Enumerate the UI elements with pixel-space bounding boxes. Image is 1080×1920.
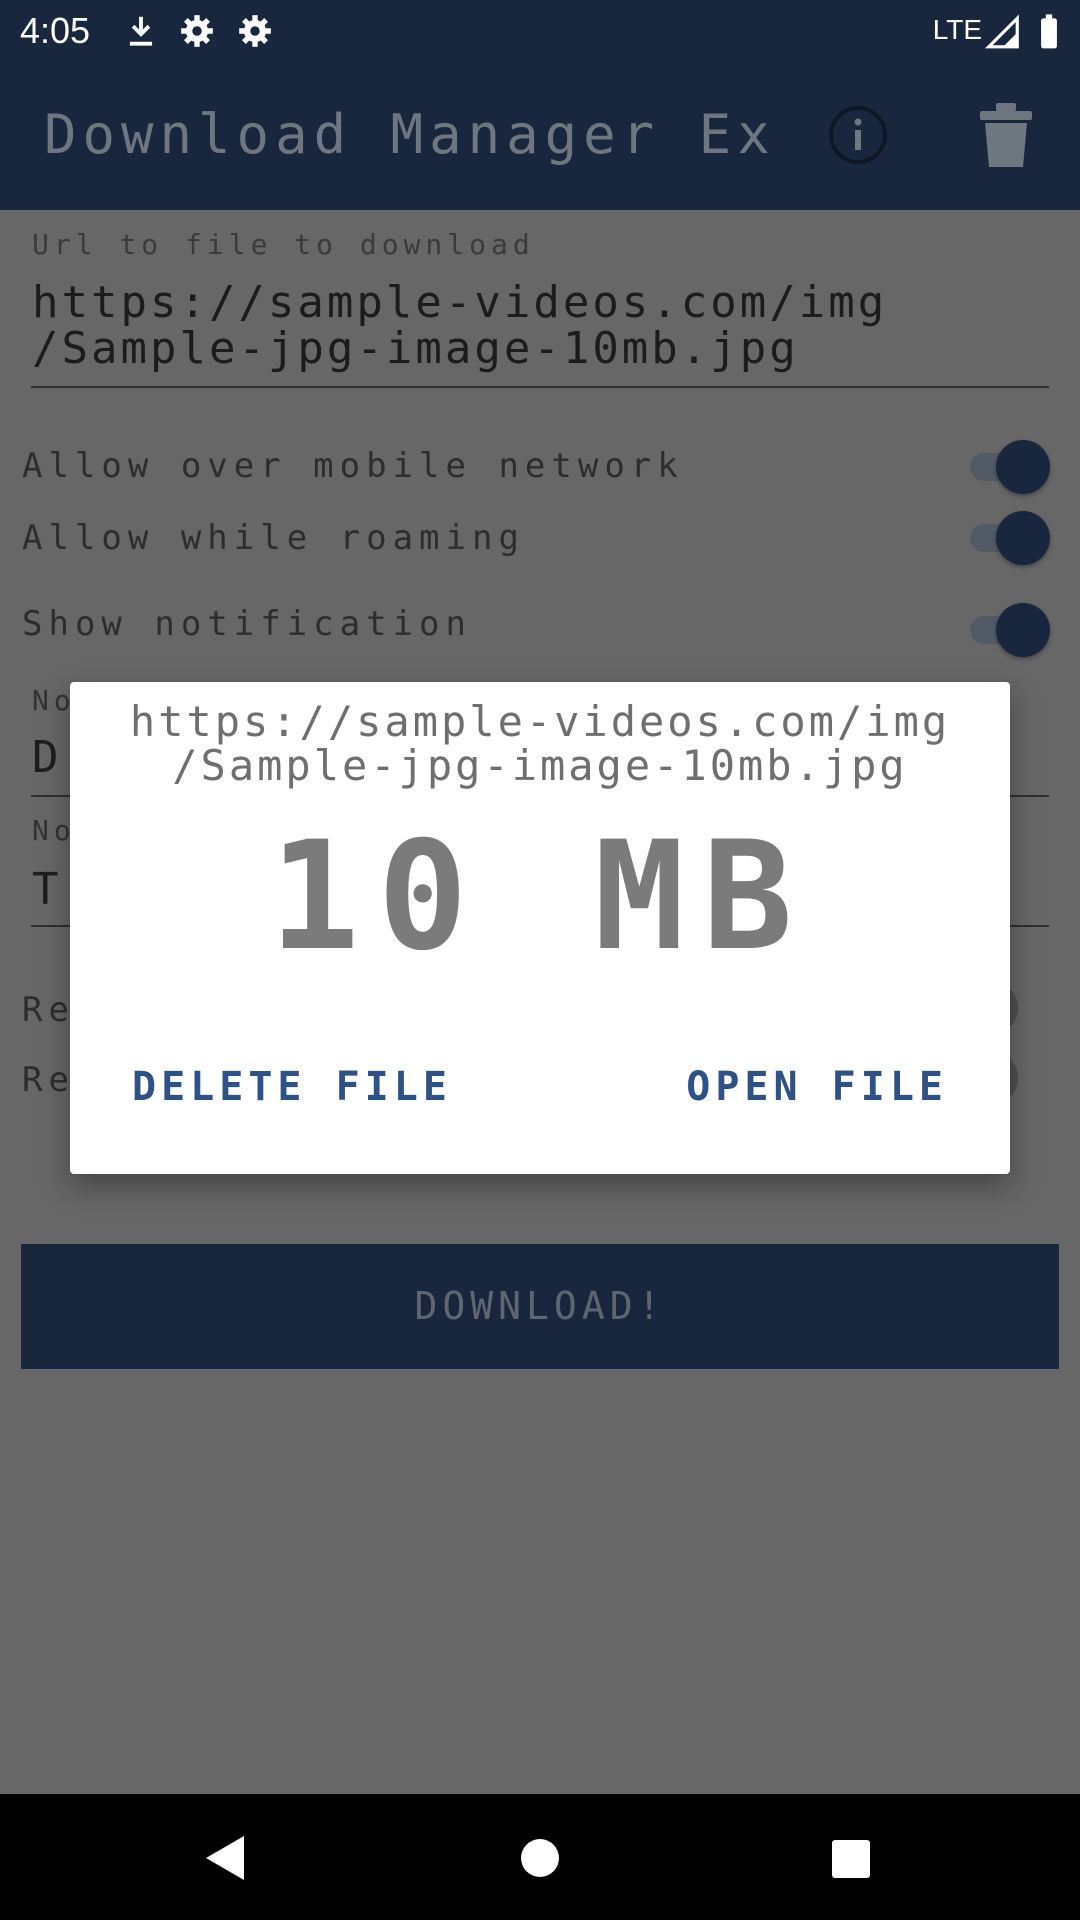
allow-mobile-label: Allow over mobile network: [22, 446, 684, 486]
delete-file-button[interactable]: DELETE FILE: [132, 1064, 452, 1110]
notification-title-input[interactable]: D: [32, 732, 62, 783]
allow-roaming-switch[interactable]: [966, 509, 1052, 565]
info-icon[interactable]: [826, 103, 890, 167]
recents-icon[interactable]: [820, 1828, 880, 1888]
notification-desc-input[interactable]: T: [32, 864, 62, 915]
dialog-file-size: 10 MB: [269, 810, 811, 984]
url-input-underline: [31, 386, 1049, 388]
allow-mobile-switch[interactable]: [966, 438, 1052, 494]
download-icon: [129, 16, 153, 46]
back-icon[interactable]: [196, 1828, 256, 1888]
settings-icon: [239, 15, 271, 47]
app-title: Download Manager Ex: [44, 103, 776, 166]
trash-icon[interactable]: [976, 101, 1036, 171]
option-row-1-label: Re: [22, 990, 75, 1030]
status-bar: 4:05 LTE: [0, 0, 1080, 63]
url-input[interactable]: https://sample-videos.com/img /Sample-jp…: [32, 280, 1042, 372]
app-bar: Download Manager Ex: [0, 63, 1080, 210]
option-row-2-label: Re: [22, 1060, 75, 1100]
file-info-dialog: https://sample-videos.com/img /Sample-jp…: [70, 682, 1010, 1174]
status-time: 4:05: [20, 10, 91, 51]
allow-roaming-label: Allow while roaming: [22, 518, 525, 558]
open-file-button[interactable]: OPEN FILE: [686, 1064, 948, 1110]
show-notification-label: Show notification: [22, 604, 472, 644]
download-button[interactable]: DOWNLOAD!: [21, 1244, 1059, 1369]
network-type: LTE: [932, 14, 982, 45]
url-label: Url to file to download: [32, 228, 535, 261]
signal-icon: [984, 14, 1019, 49]
home-icon[interactable]: [510, 1828, 570, 1888]
navigation-bar: [0, 1794, 1080, 1920]
dialog-url: https://sample-videos.com/img /Sample-jp…: [129, 697, 951, 790]
settings-icon: [181, 15, 213, 47]
battery-icon: [1041, 14, 1057, 49]
show-notification-switch[interactable]: [966, 601, 1052, 657]
